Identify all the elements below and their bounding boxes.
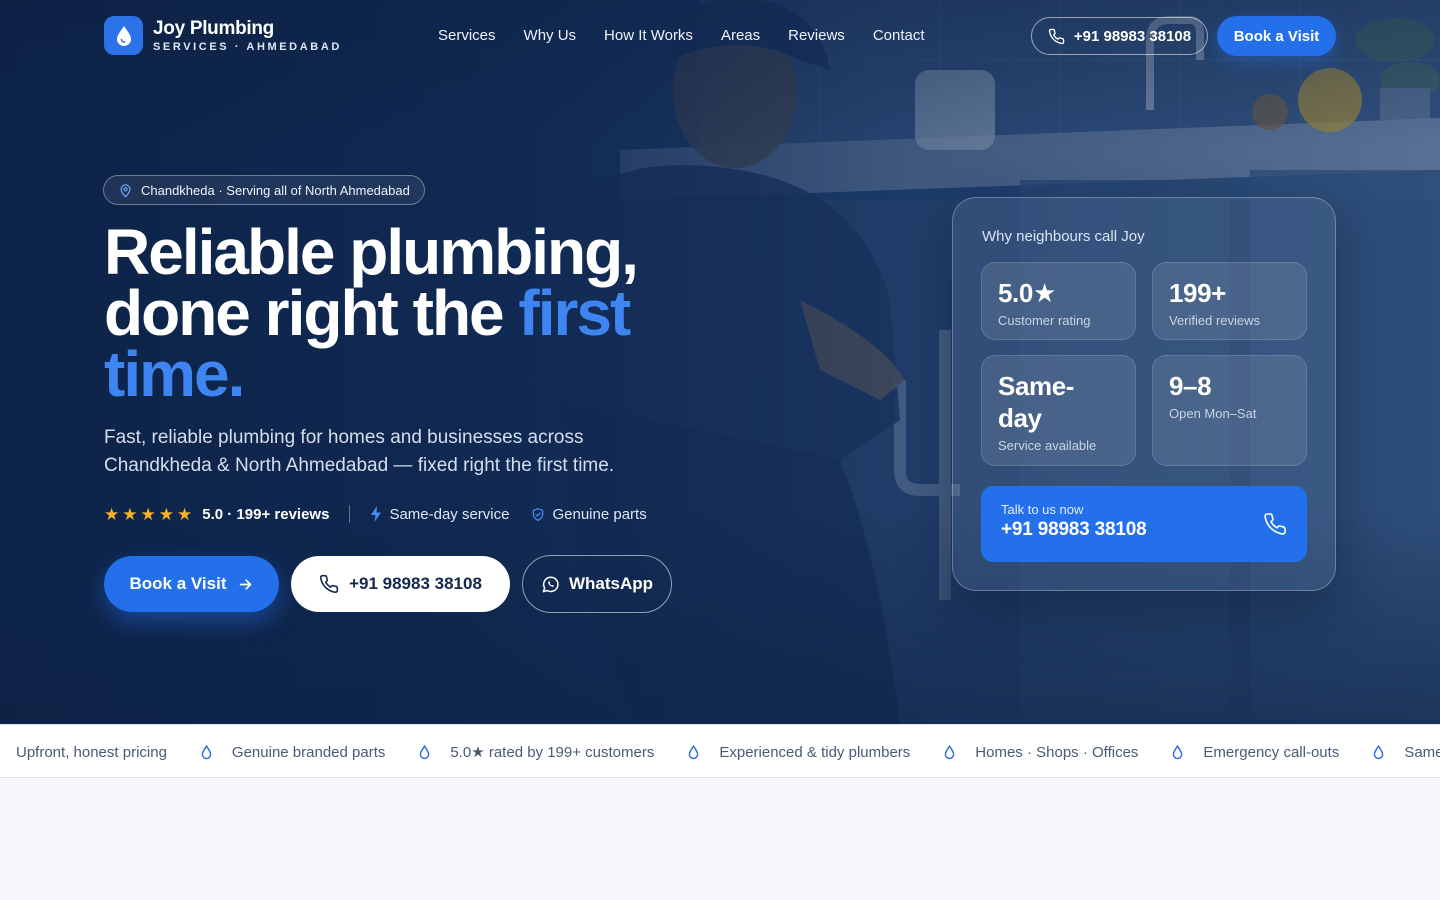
phone-icon bbox=[1048, 28, 1065, 44]
marquee-item: Homes · Shops · Offices bbox=[975, 743, 1139, 761]
talk-to-us-number: +91 98983 38108 bbox=[1001, 519, 1147, 540]
marquee-item: Experienced & tidy plumbers bbox=[719, 743, 911, 761]
star-icon: ★ bbox=[158, 504, 174, 524]
hero-headline: Reliable plumbing, done right the first … bbox=[104, 220, 744, 406]
hero-book-visit-button[interactable]: Book a Visit bbox=[104, 556, 279, 612]
stat-label: Service available bbox=[998, 438, 1097, 453]
brand-subtitle: SERVICES · AHMEDABAD bbox=[153, 40, 342, 53]
location-pin-icon bbox=[120, 183, 131, 197]
stat-tile-rating: 5.0★ Customer rating bbox=[981, 262, 1136, 340]
talk-to-us-label: Talk to us now bbox=[1001, 502, 1084, 517]
water-drop-logo-icon bbox=[104, 16, 143, 55]
hero-section: Joy Plumbing SERVICES · AHMEDABAD Servic… bbox=[0, 0, 1440, 724]
hero-lead-text: Fast, reliable plumbing for homes and bu… bbox=[104, 427, 615, 476]
hero-whatsapp-label: WhatsApp bbox=[568, 574, 654, 593]
stat-value: 199+ bbox=[1169, 278, 1226, 308]
same-day-feature: Same-day service bbox=[370, 506, 509, 523]
brand-name: Joy Plumbing bbox=[153, 17, 274, 39]
star-icon: ★ bbox=[177, 504, 193, 524]
star-rating: ★ ★ ★ ★ ★ bbox=[104, 506, 192, 523]
stat-value: 9–8 bbox=[1169, 371, 1212, 401]
hero-cta-row: Book a Visit +91 98983 38108 WhatsApp bbox=[104, 555, 672, 613]
nav-book-visit-button[interactable]: Book a Visit bbox=[1217, 16, 1336, 56]
nav-phone-number: +91 98983 38108 bbox=[1073, 27, 1192, 45]
nav-link-services[interactable]: Services bbox=[438, 27, 496, 44]
stats-card-title: Why neighbours call Joy bbox=[982, 228, 1145, 245]
headline-line-3: time. bbox=[104, 338, 245, 410]
phone-icon bbox=[320, 574, 339, 594]
water-drop-icon bbox=[944, 744, 955, 760]
nav-link-contact[interactable]: Contact bbox=[873, 27, 925, 44]
marquee-item: Same-day bbox=[1404, 743, 1440, 761]
nav-link-how-it-works[interactable]: How It Works bbox=[604, 27, 693, 44]
hero-trust-row: ★ ★ ★ ★ ★ 5.0 · 199+ reviews Same-day se… bbox=[104, 503, 647, 525]
marquee-item: 5.0★ rated by 199+ customers bbox=[450, 744, 655, 761]
location-pill: Chandkheda · Serving all of North Ahmeda… bbox=[103, 175, 425, 205]
nav-phone-button[interactable]: +91 98983 38108 bbox=[1031, 17, 1208, 55]
marquee-item: Upfront, honest pricing bbox=[16, 743, 167, 761]
hero-book-visit-label: Book a Visit bbox=[129, 574, 227, 593]
water-drop-icon bbox=[1172, 744, 1183, 760]
brand-logo[interactable]: Joy Plumbing SERVICES · AHMEDABAD bbox=[104, 16, 342, 55]
stat-label: Customer rating bbox=[998, 313, 1091, 328]
stat-label: Verified reviews bbox=[1169, 313, 1261, 328]
top-navigation: Joy Plumbing SERVICES · AHMEDABAD Servic… bbox=[104, 16, 1336, 56]
benefits-marquee: Upfront, honest pricing Genuine branded … bbox=[0, 724, 1440, 778]
whatsapp-icon bbox=[542, 576, 559, 592]
star-icon: ★ bbox=[104, 504, 120, 524]
stat-tile-same-day: Same-day Service available bbox=[981, 355, 1136, 466]
rating-summary: 5.0 · 199+ reviews bbox=[202, 505, 330, 523]
phone-icon bbox=[1264, 513, 1286, 535]
nav-links: Services Why Us How It Works Areas Revie… bbox=[438, 27, 925, 44]
stat-value: 5.0★ bbox=[998, 278, 1056, 308]
hero-whatsapp-button[interactable]: WhatsApp bbox=[522, 555, 672, 613]
water-drop-icon bbox=[688, 744, 699, 760]
stat-tile-hours: 9–8 Open Mon–Sat bbox=[1152, 355, 1307, 466]
arrow-right-icon bbox=[239, 578, 251, 590]
same-day-feature-text: Same-day service bbox=[389, 505, 510, 523]
stat-value: Same-day bbox=[998, 371, 1075, 433]
hero-call-number: +91 98983 38108 bbox=[349, 574, 482, 593]
genuine-parts-feature: Genuine parts bbox=[531, 505, 647, 523]
location-pill-text: Chandkheda · Serving all of North Ahmeda… bbox=[141, 182, 410, 198]
marquee-track: Upfront, honest pricing Genuine branded … bbox=[16, 725, 1440, 777]
star-icon: ★ bbox=[140, 504, 156, 524]
stats-card: Why neighbours call Joy 5.0★ Customer ra… bbox=[952, 197, 1336, 591]
talk-to-us-button[interactable]: Talk to us now +91 98983 38108 bbox=[981, 486, 1307, 562]
water-drop-icon bbox=[419, 744, 430, 760]
nav-link-why-us[interactable]: Why Us bbox=[524, 27, 577, 44]
headline-accent: first bbox=[518, 277, 631, 349]
next-section-background bbox=[0, 778, 1440, 900]
lightning-icon bbox=[371, 506, 382, 522]
marquee-item: Emergency call-outs bbox=[1203, 743, 1340, 761]
hero-call-button[interactable]: +91 98983 38108 bbox=[291, 556, 510, 612]
nav-link-areas[interactable]: Areas bbox=[721, 27, 760, 44]
marquee-item: Genuine branded parts bbox=[231, 743, 386, 761]
genuine-parts-feature-text: Genuine parts bbox=[552, 505, 647, 523]
stat-label: Open Mon–Sat bbox=[1169, 406, 1257, 421]
shield-check-icon bbox=[533, 507, 544, 521]
divider bbox=[349, 505, 351, 523]
water-drop-icon bbox=[1373, 744, 1384, 760]
water-drop-icon bbox=[201, 744, 212, 760]
nav-link-reviews[interactable]: Reviews bbox=[788, 27, 845, 44]
stat-tile-reviews: 199+ Verified reviews bbox=[1152, 262, 1307, 340]
star-icon: ★ bbox=[122, 504, 138, 524]
